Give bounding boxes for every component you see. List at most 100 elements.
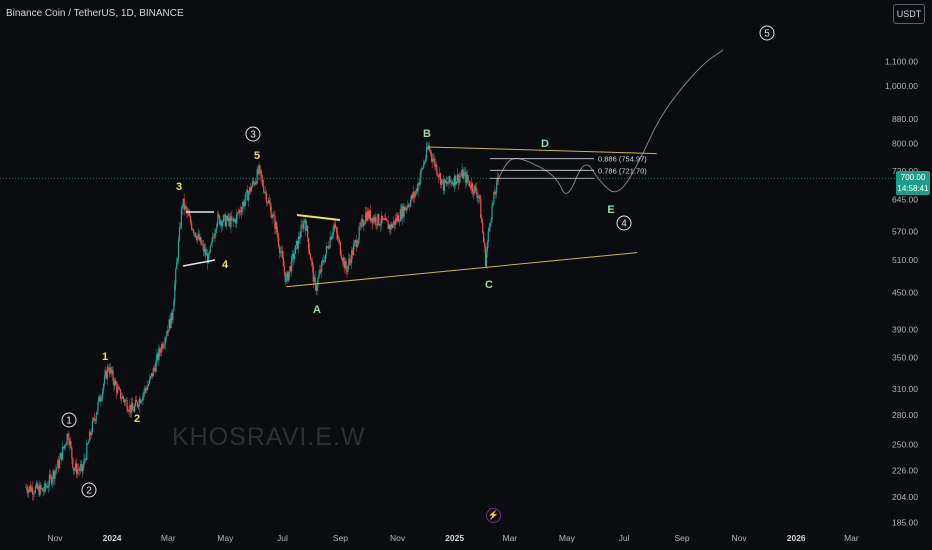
candle-body [40,485,42,489]
candle-body [363,224,365,226]
candle-body [334,224,336,227]
candle-body [331,235,333,240]
candle-body [241,206,243,213]
candle-body [194,232,196,237]
candle-body [347,265,349,272]
candle-body [318,274,320,279]
bar-countdown: 14:58:41 [897,184,929,193]
candle-body [218,213,220,216]
candle-body [185,205,187,209]
candle-body [281,250,284,258]
candle-body [190,216,192,223]
candle-body [475,187,477,194]
candle-body [102,389,104,398]
y-tick-label: 280.00 [892,410,918,420]
candle-body [378,214,380,225]
candle-body [128,411,130,412]
candle-body [174,284,176,302]
candle-body [239,210,241,212]
candle-body [419,177,421,185]
x-tick-label: Jul [277,533,288,543]
candle-body [467,174,469,181]
candle-body [307,225,309,239]
candle-body [432,159,434,162]
candle-body [140,401,142,404]
candle-body [93,418,95,420]
candle-body [86,443,88,460]
candle-body [460,175,462,177]
candle-body [495,192,497,195]
candle-body [487,231,489,243]
candle-body [488,226,490,232]
candle-body [164,337,167,344]
x-tick-label: Nov [732,533,748,543]
candle-body [181,205,183,209]
candle-body [208,251,211,254]
candle-body [97,401,99,411]
candle-body [26,487,28,491]
candle-body [222,215,225,222]
candle-body [179,227,182,228]
candle-body [200,237,202,245]
price-chart[interactable]: 0.886 (754.97) 0.786 (721.70) 1 2 3 4 5 1 2 3 4 5 A… [0,0,932,550]
candle-body [211,237,213,243]
consolidation-line [296,214,341,221]
candle-body [173,301,175,312]
candle-body [47,485,50,488]
x-tick-label: 2025 [445,533,464,543]
corrective-wave-label: D [541,138,549,150]
candle-body [122,396,124,400]
candle-body [492,202,494,206]
candle-body [100,399,102,402]
candle-body [83,459,85,466]
candle-body [446,181,448,184]
candle-body [176,262,178,270]
candle-body [449,176,451,182]
candle-body [423,163,425,168]
candle-body [322,260,325,263]
candle-body [308,249,311,254]
candle-body [430,151,432,158]
candle-body [259,165,261,170]
x-tick-label: Nov [390,533,406,543]
candle-body [177,240,180,259]
candle-body [65,443,67,446]
candle-body [88,441,90,444]
candle-body [145,387,147,389]
candle-body [135,400,138,402]
candle-body [104,375,106,385]
y-tick-label: 226.00 [892,466,918,476]
candle-body [235,214,238,224]
candle-body [480,198,482,219]
candle-body [79,466,81,471]
candle-body [188,212,190,216]
currency-button[interactable]: USDT [893,4,925,24]
candle-body [215,230,217,233]
candle-body [245,192,247,201]
candle-body [67,433,69,438]
candle-body [162,344,165,348]
candle-body [163,343,166,345]
candle-body [71,447,73,459]
candle-body [279,251,282,253]
candle-body [496,180,498,193]
candle-body [72,458,74,468]
candle-body [172,311,174,321]
candle-body [107,367,109,370]
symbol-title[interactable]: Binance Coin / TetherUS, 1D, BINANCE [6,8,184,19]
candle-body [422,167,424,169]
y-tick-label: 350.00 [892,352,918,362]
axes: 1,100.001,000.00880.00800.00720.00645.00… [47,56,918,543]
flash-icon[interactable]: ⚡ [486,508,501,523]
circled-wave-label: 1 [66,416,72,427]
candle-body [90,432,93,435]
minor-wave-label: 3 [176,181,182,193]
x-tick-label: Mar [844,533,859,543]
x-tick-label: Mar [503,533,518,543]
candle-body [74,469,76,471]
candle-body [420,169,422,178]
candle-body [268,200,270,204]
candle-body [264,191,267,193]
candle-body [265,192,268,203]
candle-body [463,173,465,179]
